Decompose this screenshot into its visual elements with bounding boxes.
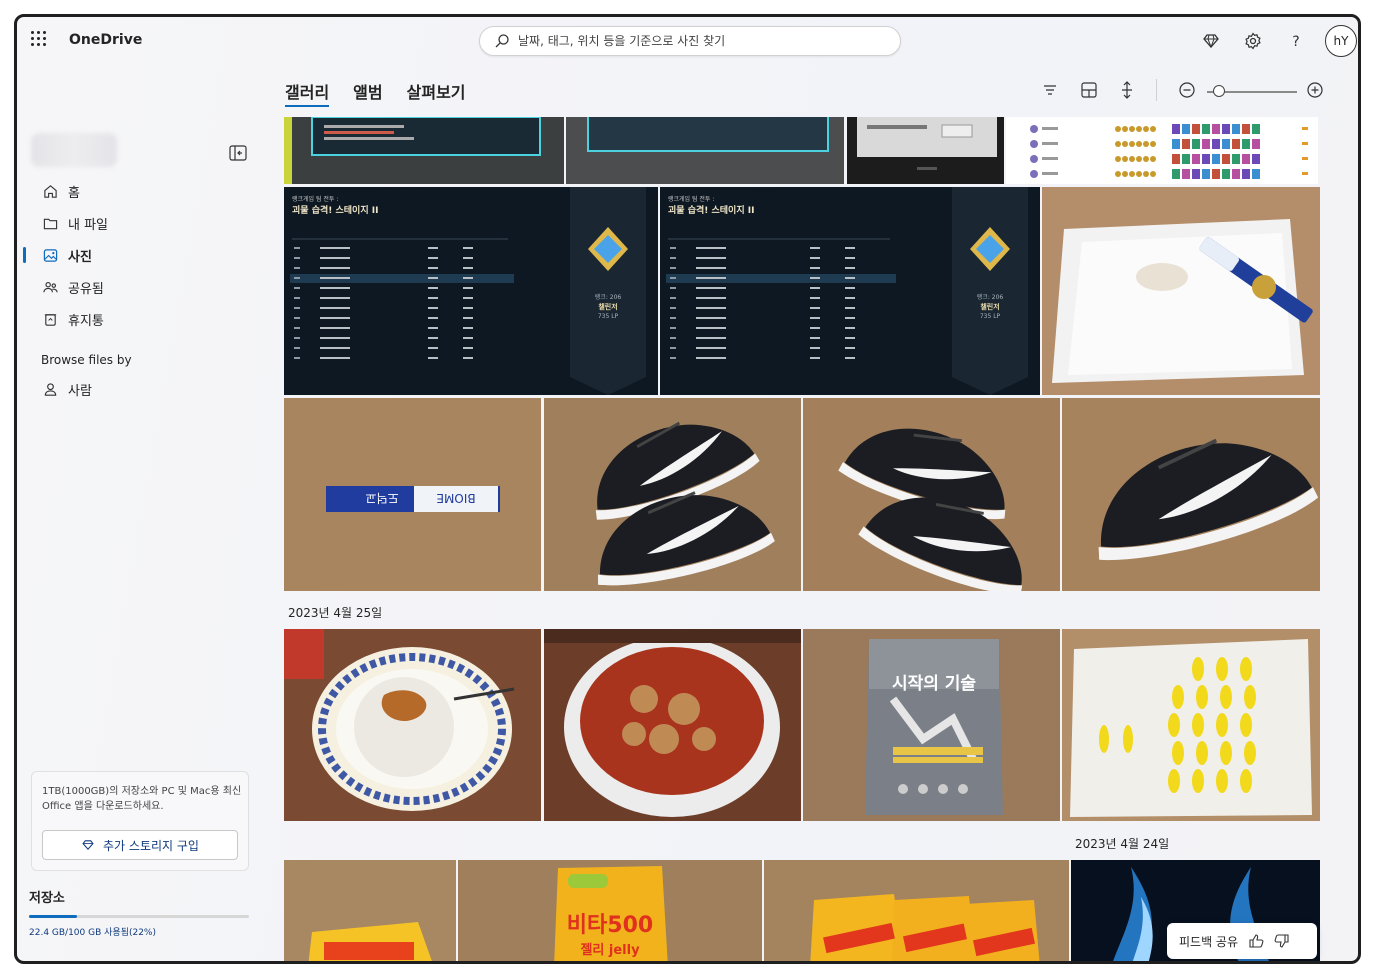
recycle-bin-icon <box>44 313 57 326</box>
photo-thumbnail[interactable] <box>284 117 564 184</box>
app-title[interactable]: OneDrive <box>69 32 142 48</box>
buy-storage-button[interactable]: 추가 스토리지 구입 <box>42 830 238 860</box>
photo-thumbnail[interactable] <box>1062 629 1320 821</box>
zoom-out-icon[interactable] <box>1178 81 1196 99</box>
photo-thumbnail[interactable]: 랭크게임 팀 전투 : 괴물 습격! 스테이지 II 랭크: 206 챌린저 735 L… <box>284 187 658 395</box>
sidebar: 홈 내 파일 사진 공유됨 휴지통 Browse files by 사람 1TB… <box>17 67 267 961</box>
svg-text:비타500: 비타500 <box>567 913 653 938</box>
tab-gallery[interactable]: 갤러리 <box>285 79 330 107</box>
sort-icon[interactable] <box>1118 81 1136 99</box>
storage-progress-bar <box>29 915 249 918</box>
svg-text:BIOME: BIOME <box>436 491 475 505</box>
sidebar-item-label: 내 파일 <box>68 217 109 233</box>
premium-diamond-icon[interactable] <box>1201 31 1221 51</box>
photo-thumbnail[interactable] <box>1006 117 1318 184</box>
sidebar-item-label: 휴지통 <box>68 313 104 329</box>
photo-thumbnail[interactable]: 도덕교 BIOME <box>284 398 541 591</box>
svg-text:괴물 습격! 스테이지 II: 괴물 습격! 스테이지 II <box>668 204 754 216</box>
thumbs-up-icon[interactable] <box>1248 933 1264 949</box>
photo-thumbnail[interactable] <box>764 860 1069 961</box>
photo-thumbnail[interactable] <box>803 398 1060 591</box>
feedback-label[interactable]: 피드백 공유 <box>1179 933 1238 950</box>
search-box[interactable] <box>479 26 901 56</box>
toolbar-separator <box>1156 79 1157 101</box>
onedrive-window: OneDrive ? hY 홈 내 파일 사진 <box>14 14 1361 964</box>
help-icon[interactable]: ? <box>1286 31 1306 51</box>
svg-text:735 LP: 735 LP <box>598 313 619 320</box>
storage-progress-fill <box>29 915 78 918</box>
date-label: 2023년 4월 25일 <box>288 606 383 620</box>
top-bar: OneDrive ? hY <box>17 17 1358 67</box>
svg-text:랭크게임 팀 전투 :: 랭크게임 팀 전투 : <box>292 195 338 203</box>
search-input[interactable] <box>518 31 888 51</box>
photo-thumbnail[interactable] <box>1062 398 1320 591</box>
date-label: 2023년 4월 24일 <box>1075 837 1170 851</box>
photo-thumbnail[interactable] <box>544 629 801 821</box>
svg-text:랭크게임 팀 전투 :: 랭크게임 팀 전투 : <box>668 195 714 203</box>
sidebar-item-shared[interactable]: 공유됨 <box>17 271 267 303</box>
photo-thumbnail[interactable] <box>847 117 1004 184</box>
view-tabs: 갤러리 앨범 살펴보기 <box>285 79 466 109</box>
tab-explore[interactable]: 살펴보기 <box>407 79 466 105</box>
home-icon <box>44 184 57 198</box>
sidebar-item-recycle-bin[interactable]: 휴지통 <box>17 303 267 335</box>
sidebar-nav: 홈 내 파일 사진 공유됨 휴지통 Browse files by 사람 <box>17 175 267 405</box>
svg-text:735 LP: 735 LP <box>980 313 1001 320</box>
settings-gear-icon[interactable] <box>1243 31 1263 51</box>
sidebar-item-photos[interactable]: 사진 <box>17 239 267 271</box>
filter-icon[interactable] <box>1041 81 1059 99</box>
photo-icon <box>43 248 58 262</box>
svg-text:챌린저: 챌린저 <box>598 302 617 311</box>
promo-text: 1TB(1000GB)의 저장소와 PC 및 Mac용 최신 Office 앱을… <box>42 786 242 812</box>
zoom-in-icon[interactable] <box>1306 81 1324 99</box>
sidebar-item-my-files[interactable]: 내 파일 <box>17 207 267 239</box>
photo-thumbnail[interactable]: 시작의 기술 <box>803 629 1060 821</box>
browse-section-title: Browse files by <box>41 353 132 367</box>
svg-text:랭크: 206: 랭크: 206 <box>595 294 622 301</box>
avatar[interactable]: hY <box>1325 25 1357 57</box>
storage-usage-text[interactable]: 22.4 GB/100 GB 사용됨(22%) <box>29 925 156 938</box>
photo-thumbnail[interactable] <box>566 117 844 184</box>
person-icon <box>44 382 57 396</box>
collapse-sidebar-icon[interactable] <box>229 145 247 161</box>
buy-storage-label: 추가 스토리지 구입 <box>103 838 199 853</box>
sidebar-item-label: 사람 <box>68 383 92 399</box>
storage-promo: 1TB(1000GB)의 저장소와 PC 및 Mac용 최신 Office 앱을… <box>31 771 249 871</box>
feedback-bar: 피드백 공유 <box>1167 923 1317 959</box>
sidebar-item-label: 공유됨 <box>68 281 104 297</box>
people-icon <box>43 281 58 292</box>
sidebar-item-label: 사진 <box>68 249 92 265</box>
sidebar-item-home[interactable]: 홈 <box>17 175 267 207</box>
photo-thumbnail[interactable] <box>284 629 541 821</box>
photo-gallery: 랭크게임 팀 전투 : 괴물 습격! 스테이지 II 랭크: 206 챌린저 735 L… <box>284 117 1324 961</box>
zoom-slider-handle[interactable] <box>1213 85 1225 97</box>
photo-thumbnail[interactable] <box>1042 187 1320 395</box>
svg-text:젤리 jelly: 젤리 jelly <box>580 942 640 958</box>
search-icon <box>495 34 509 48</box>
storage-title: 저장소 <box>29 891 65 906</box>
photo-thumbnail[interactable] <box>284 860 456 961</box>
photo-thumbnail[interactable] <box>544 398 801 591</box>
svg-text:랭크: 206: 랭크: 206 <box>977 294 1004 301</box>
layout-icon[interactable] <box>1080 81 1098 99</box>
folder-icon <box>43 218 58 229</box>
svg-text:시작의 기술: 시작의 기술 <box>892 674 976 694</box>
photo-thumbnail[interactable]: 비타500 젤리 jelly <box>458 860 762 961</box>
photo-thumbnail[interactable]: 랭크게임 팀 전투 : 괴물 습격! 스테이지 II 랭크: 206 챌린저 735 L… <box>660 187 1040 395</box>
sidebar-item-label: 홈 <box>68 185 80 201</box>
svg-text:괴물 습격! 스테이지 II: 괴물 습격! 스테이지 II <box>292 204 378 216</box>
tab-albums[interactable]: 앨범 <box>353 79 382 105</box>
app-launcher-icon[interactable] <box>31 31 47 47</box>
svg-text:챌린저: 챌린저 <box>980 302 999 311</box>
sidebar-item-people[interactable]: 사람 <box>17 373 267 405</box>
thumbs-down-icon[interactable] <box>1274 933 1290 949</box>
svg-text:도덕교: 도덕교 <box>365 491 398 505</box>
account-name-blurred <box>31 133 117 167</box>
premium-diamond-icon <box>82 840 94 850</box>
svg-text:?: ? <box>1292 34 1299 50</box>
